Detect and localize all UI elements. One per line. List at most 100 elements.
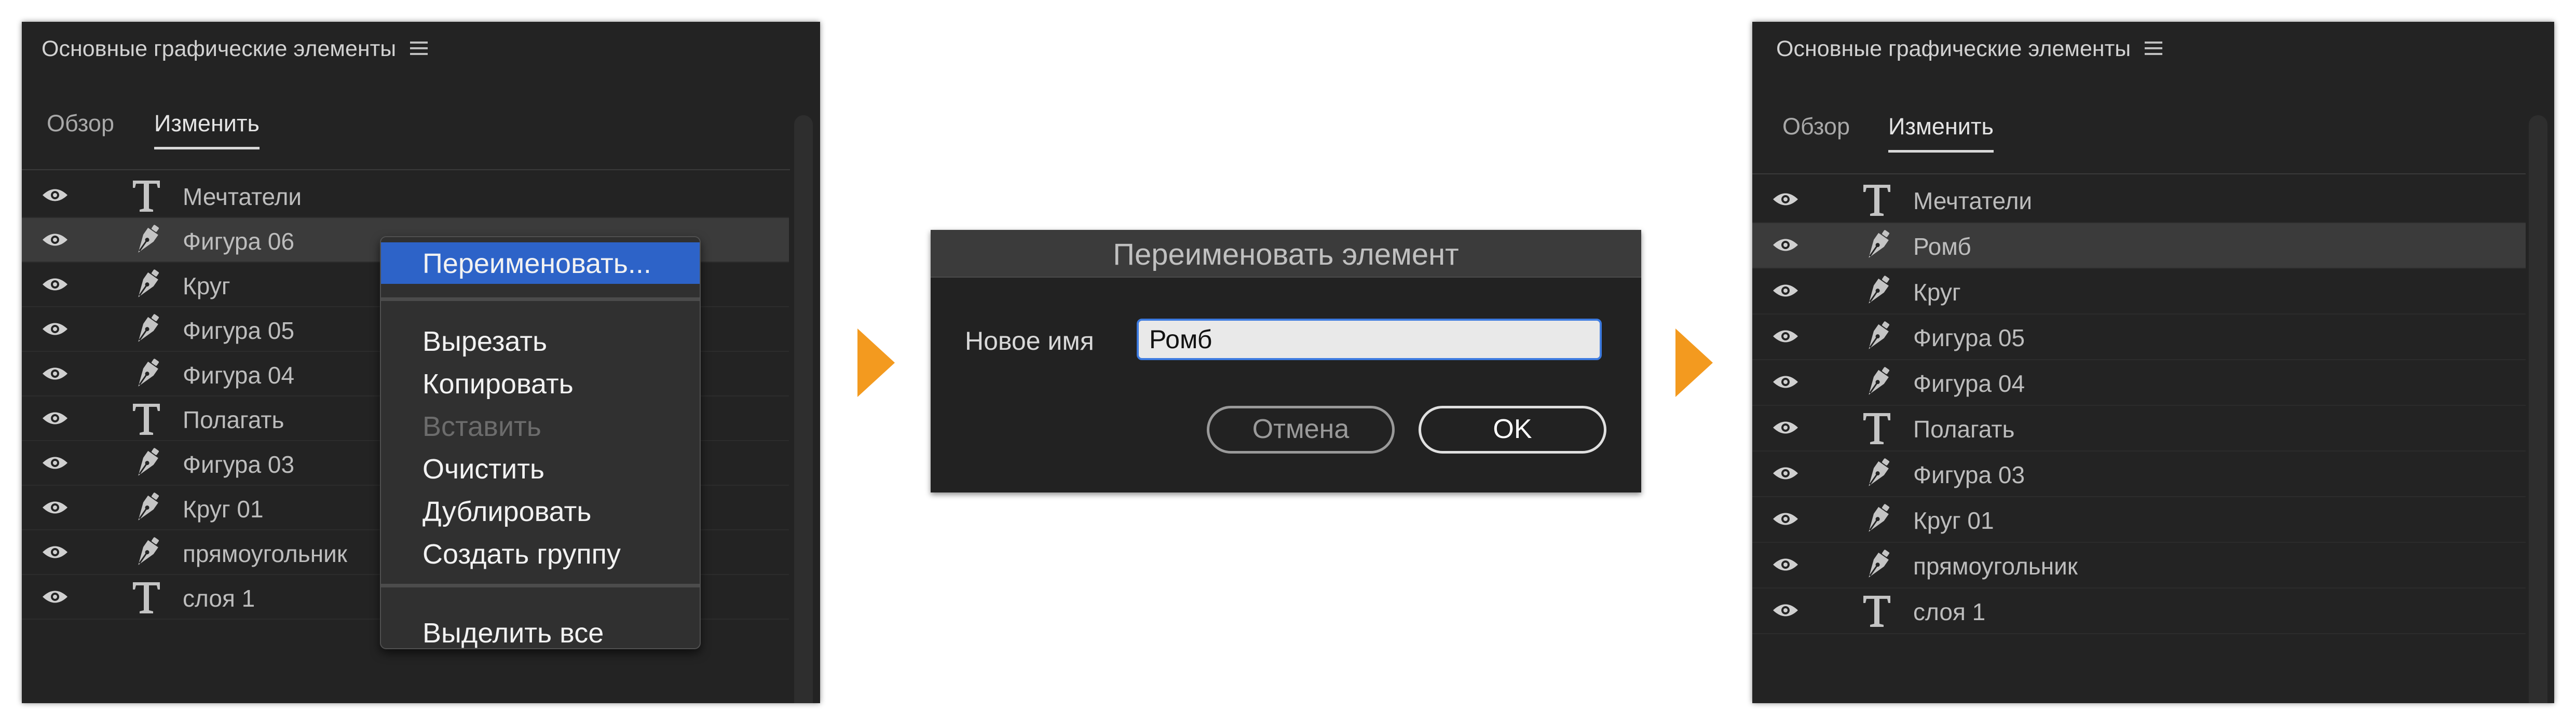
new-name-input[interactable] [1137,319,1602,360]
eye-icon[interactable] [1772,237,1799,253]
menu-item-label: Переименовать... [422,248,651,279]
layer-name: Фигура 06 [183,228,295,255]
right-essential-graphics-panel: Основные графические элементы Обзор Изме… [1752,22,2554,703]
menu-item: Вставить [381,405,700,447]
eye-icon[interactable] [42,455,69,471]
pen-tool-icon [130,267,164,303]
layer-name: прямоугольник [1913,553,2078,580]
new-name-label: Новое имя [965,326,1094,355]
pen-tool-icon [130,356,164,392]
text-layer-icon [131,401,162,437]
pen-tool-icon [1860,547,1894,583]
menu-separator [381,584,700,587]
eye-icon[interactable] [1772,283,1799,298]
menu-item[interactable]: Дублировать [381,490,700,532]
menu-item-label: Создать группу [422,539,621,570]
eye-icon[interactable] [1772,557,1799,572]
panel-menu-hamburger-icon[interactable] [410,42,428,55]
menu-item[interactable]: Очистить [381,448,700,489]
layer-name: Фигура 05 [183,317,295,344]
layer-name: слоя 1 [183,585,255,612]
eye-icon[interactable] [42,187,69,203]
pen-tool-icon [1860,364,1894,401]
panel-scrollbar[interactable] [2529,115,2547,703]
arrow-right-icon [1675,328,1713,397]
menu-item[interactable]: Переименовать... [381,242,700,284]
layer-row[interactable]: слоя 1 [1752,588,2526,634]
pen-tool-icon [1860,273,1894,309]
layer-row[interactable]: Мечтатели [1752,177,2526,223]
layer-name: Мечтатели [1913,187,2033,214]
tab-divider [22,169,790,170]
pen-tool-icon [130,535,164,571]
layer-row[interactable]: Полагать [1752,406,2526,451]
pen-tool-icon [1860,501,1894,538]
ok-button[interactable]: OK [1419,406,1606,454]
menu-item-label: Очистить [422,454,545,485]
menu-item-label: Копировать [422,368,574,400]
menu-item[interactable]: Создать группу [381,533,700,574]
text-layer-icon [131,177,162,214]
dialog-title-bar: Переименовать элемент [931,230,1641,278]
menu-item-label: Выделить все [422,618,604,649]
tab-edit[interactable]: Изменить [1888,113,1994,153]
pen-tool-icon [1860,227,1894,264]
menu-item-label: Дублировать [422,496,592,527]
eye-icon[interactable] [42,232,69,248]
text-layer-icon [1861,593,1892,629]
eye-icon[interactable] [42,366,69,381]
eye-icon[interactable] [1772,465,1799,481]
layer-name: Полагать [1913,416,2015,443]
pen-tool-icon [130,311,164,348]
layer-name: Круг 01 [183,496,264,523]
tab-divider [1752,173,2526,174]
context-menu: Переименовать... Вырезать Копировать Встави… [380,236,701,649]
panel-scrollbar[interactable] [794,115,813,703]
eye-icon[interactable] [42,589,69,605]
layer-name: Круг [1913,279,1961,306]
eye-icon[interactable] [42,410,69,426]
panel-menu-hamburger-icon[interactable] [2145,42,2162,55]
layer-name: прямоугольник [183,540,347,567]
layer-name: Ромб [1913,233,1971,260]
layer-name: Круг [183,272,230,299]
pen-tool-icon [130,222,164,258]
rename-dialog: Переименовать элемент Новое имя Отмена O… [931,230,1641,492]
eye-icon[interactable] [42,321,69,337]
eye-icon[interactable] [1772,191,1799,207]
eye-icon[interactable] [1772,374,1799,390]
eye-icon[interactable] [42,544,69,560]
pen-tool-icon [130,445,164,482]
eye-icon[interactable] [1772,511,1799,527]
layer-row[interactable]: Фигура 04 [1752,360,2526,406]
layer-row[interactable]: Фигура 05 [1752,314,2526,360]
pen-tool-icon [130,490,164,526]
menu-item-label: Вставить [422,411,541,442]
text-layer-icon [131,579,162,615]
layer-name: Фигура 04 [183,362,295,389]
tab-browse[interactable]: Обзор [1782,113,1850,140]
layer-name: Фигура 03 [183,451,295,478]
layer-row[interactable]: Мечтатели [22,173,789,218]
layer-row[interactable]: Круг 01 [1752,497,2526,543]
cancel-button[interactable]: Отмена [1207,406,1395,454]
layer-row[interactable]: прямоугольник [1752,543,2526,588]
tab-edit[interactable]: Изменить [154,110,260,149]
eye-icon[interactable] [1772,602,1799,618]
layer-name: слоя 1 [1913,598,1986,625]
eye-icon[interactable] [42,277,69,292]
menu-separator [381,297,700,301]
pen-tool-icon [1860,456,1894,492]
menu-item[interactable]: Вырезать [381,320,700,362]
tab-browse[interactable]: Обзор [47,110,114,137]
layer-row[interactable]: Ромб [1752,223,2526,269]
eye-icon[interactable] [42,500,69,515]
menu-item[interactable]: Копировать [381,363,700,404]
layer-name: Фигура 04 [1913,370,2025,397]
eye-icon[interactable] [1772,328,1799,344]
eye-icon[interactable] [1772,420,1799,435]
layer-row[interactable]: Круг [1752,269,2526,314]
layer-row[interactable]: Фигура 03 [1752,451,2526,497]
layer-name: Круг 01 [1913,507,1994,534]
menu-item[interactable]: Выделить все [381,612,700,653]
